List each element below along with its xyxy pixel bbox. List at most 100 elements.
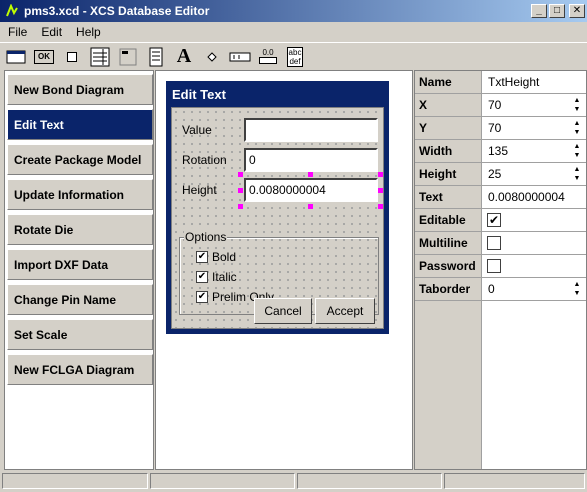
spin-down-icon[interactable]: ▼ [574, 290, 581, 298]
property-row-text[interactable]: Text 0.0080000004 [415, 186, 586, 209]
property-row-x[interactable]: X 70 ▲ ▼ [415, 94, 586, 117]
spin-down-icon[interactable]: ▼ [574, 175, 581, 183]
menu-file[interactable]: File [0, 25, 33, 39]
new-bond-diagram-button[interactable]: New Bond Diagram [7, 74, 153, 105]
property-label: Y [415, 117, 482, 139]
value-input[interactable] [244, 118, 378, 142]
property-value[interactable]: 70 [488, 98, 501, 112]
slider-icon-text: 0.0 [262, 48, 274, 57]
rotation-input[interactable]: 0 [244, 148, 378, 172]
menu-bar: File Edit Help [0, 22, 587, 41]
create-package-model-button[interactable]: Create Package Model [7, 144, 153, 175]
dialog-title: Edit Text [172, 86, 226, 102]
property-value[interactable]: 70 [488, 121, 501, 135]
editable-checkbox[interactable]: ✔ [487, 213, 501, 227]
bold-option[interactable]: ✔ Bold [196, 250, 236, 264]
dialog-body: Value Rotation 0 Height 0.0080000004 Opt… [171, 107, 384, 329]
property-label: Editable [415, 209, 482, 231]
command-panel: New Bond Diagram Edit Text Create Packag… [4, 70, 154, 470]
spin-down-icon[interactable]: ▼ [574, 129, 581, 137]
spin-up-icon[interactable]: ▲ [574, 143, 581, 151]
abc-def-text-1: abc [288, 47, 302, 57]
diamond-icon[interactable] [200, 46, 224, 68]
ok-button-icon[interactable]: OK [32, 46, 56, 68]
italic-option[interactable]: ✔ Italic [196, 270, 237, 284]
spin-control[interactable]: ▲ ▼ [572, 120, 582, 137]
selection-handle[interactable] [238, 172, 243, 177]
property-value[interactable]: TxtHeight [488, 75, 539, 89]
font-a-icon[interactable]: A [172, 45, 196, 68]
maximize-button[interactable]: □ [549, 4, 565, 18]
edit-text-dialog[interactable]: Edit Text Value Rotation 0 Height 0.0080… [166, 81, 389, 334]
textbox-icon[interactable] [228, 46, 252, 68]
property-label: Taborder [415, 278, 482, 300]
square-icon[interactable] [60, 46, 84, 68]
spin-control[interactable]: ▲ ▼ [572, 97, 582, 114]
new-fclga-diagram-button[interactable]: New FCLGA Diagram [7, 354, 153, 385]
property-row-taborder[interactable]: Taborder 0 ▲ ▼ [415, 278, 586, 301]
accept-button[interactable]: Accept [315, 298, 375, 324]
selection-handle[interactable] [308, 204, 313, 209]
property-row-editable[interactable]: Editable ✔ [415, 209, 586, 232]
rotate-die-button[interactable]: Rotate Die [7, 214, 153, 245]
property-row-y[interactable]: Y 70 ▲ ▼ [415, 117, 586, 140]
property-row-height[interactable]: Height 25 ▲ ▼ [415, 163, 586, 186]
status-pane [444, 473, 585, 489]
property-label: X [415, 94, 482, 116]
property-value[interactable]: 0.0080000004 [488, 190, 565, 204]
menu-help[interactable]: Help [68, 25, 107, 39]
window-form-icon[interactable] [4, 46, 28, 68]
minimize-button[interactable]: _ [531, 4, 547, 18]
abc-label-icon[interactable] [116, 46, 140, 68]
selection-handle[interactable] [238, 188, 243, 193]
selection-handle[interactable] [378, 204, 383, 209]
property-label: Height [415, 163, 482, 185]
status-bar [0, 470, 587, 492]
change-pin-name-button[interactable]: Change Pin Name [7, 284, 153, 315]
property-label: Width [415, 140, 482, 162]
italic-checkbox[interactable]: ✔ [196, 271, 208, 283]
property-value[interactable]: 25 [488, 167, 501, 181]
property-value[interactable]: 135 [488, 144, 508, 158]
prelim-only-checkbox[interactable]: ✔ [196, 291, 208, 303]
set-scale-button[interactable]: Set Scale [7, 319, 153, 350]
selection-handle[interactable] [378, 188, 383, 193]
property-row-multiline[interactable]: Multiline [415, 232, 586, 255]
multiline-checkbox[interactable] [487, 236, 501, 250]
cancel-button[interactable]: Cancel [254, 298, 312, 324]
selection-handle[interactable] [308, 172, 313, 177]
selection-handle[interactable] [238, 204, 243, 209]
property-row-name[interactable]: Name TxtHeight [415, 71, 586, 94]
spin-up-icon[interactable]: ▲ [574, 166, 581, 174]
property-value[interactable]: 0 [488, 282, 495, 296]
list-table-icon[interactable] [88, 46, 112, 68]
spin-control[interactable]: ▲ ▼ [572, 143, 582, 160]
height-input[interactable]: 0.0080000004 [244, 178, 378, 202]
app-icon [4, 3, 20, 19]
selection-handle[interactable] [378, 172, 383, 177]
value-label: Value [182, 123, 212, 137]
slider-icon[interactable]: 0.0 [256, 46, 280, 68]
abc-def-text-icon[interactable]: abc def [284, 46, 306, 68]
rotation-label: Rotation [182, 153, 227, 167]
property-label: Name [415, 71, 482, 93]
text-list-icon[interactable] [144, 46, 168, 68]
update-information-button[interactable]: Update Information [7, 179, 153, 210]
edit-text-button[interactable]: Edit Text [7, 109, 153, 140]
spin-control[interactable]: ▲ ▼ [572, 166, 582, 183]
property-row-password[interactable]: Password [415, 255, 586, 278]
abc-def-text-2: def [289, 56, 301, 66]
spin-down-icon[interactable]: ▼ [574, 152, 581, 160]
password-checkbox[interactable] [487, 259, 501, 273]
window-title: pms3.xcd - XCS Database Editor [24, 4, 210, 18]
spin-control[interactable]: ▲ ▼ [572, 281, 582, 298]
spin-down-icon[interactable]: ▼ [574, 106, 581, 114]
spin-up-icon[interactable]: ▲ [574, 97, 581, 105]
spin-up-icon[interactable]: ▲ [574, 120, 581, 128]
close-button[interactable]: ✕ [569, 4, 585, 18]
property-row-width[interactable]: Width 135 ▲ ▼ [415, 140, 586, 163]
menu-edit[interactable]: Edit [33, 25, 68, 39]
spin-up-icon[interactable]: ▲ [574, 281, 581, 289]
bold-checkbox[interactable]: ✔ [196, 251, 208, 263]
import-dxf-data-button[interactable]: Import DXF Data [7, 249, 153, 280]
